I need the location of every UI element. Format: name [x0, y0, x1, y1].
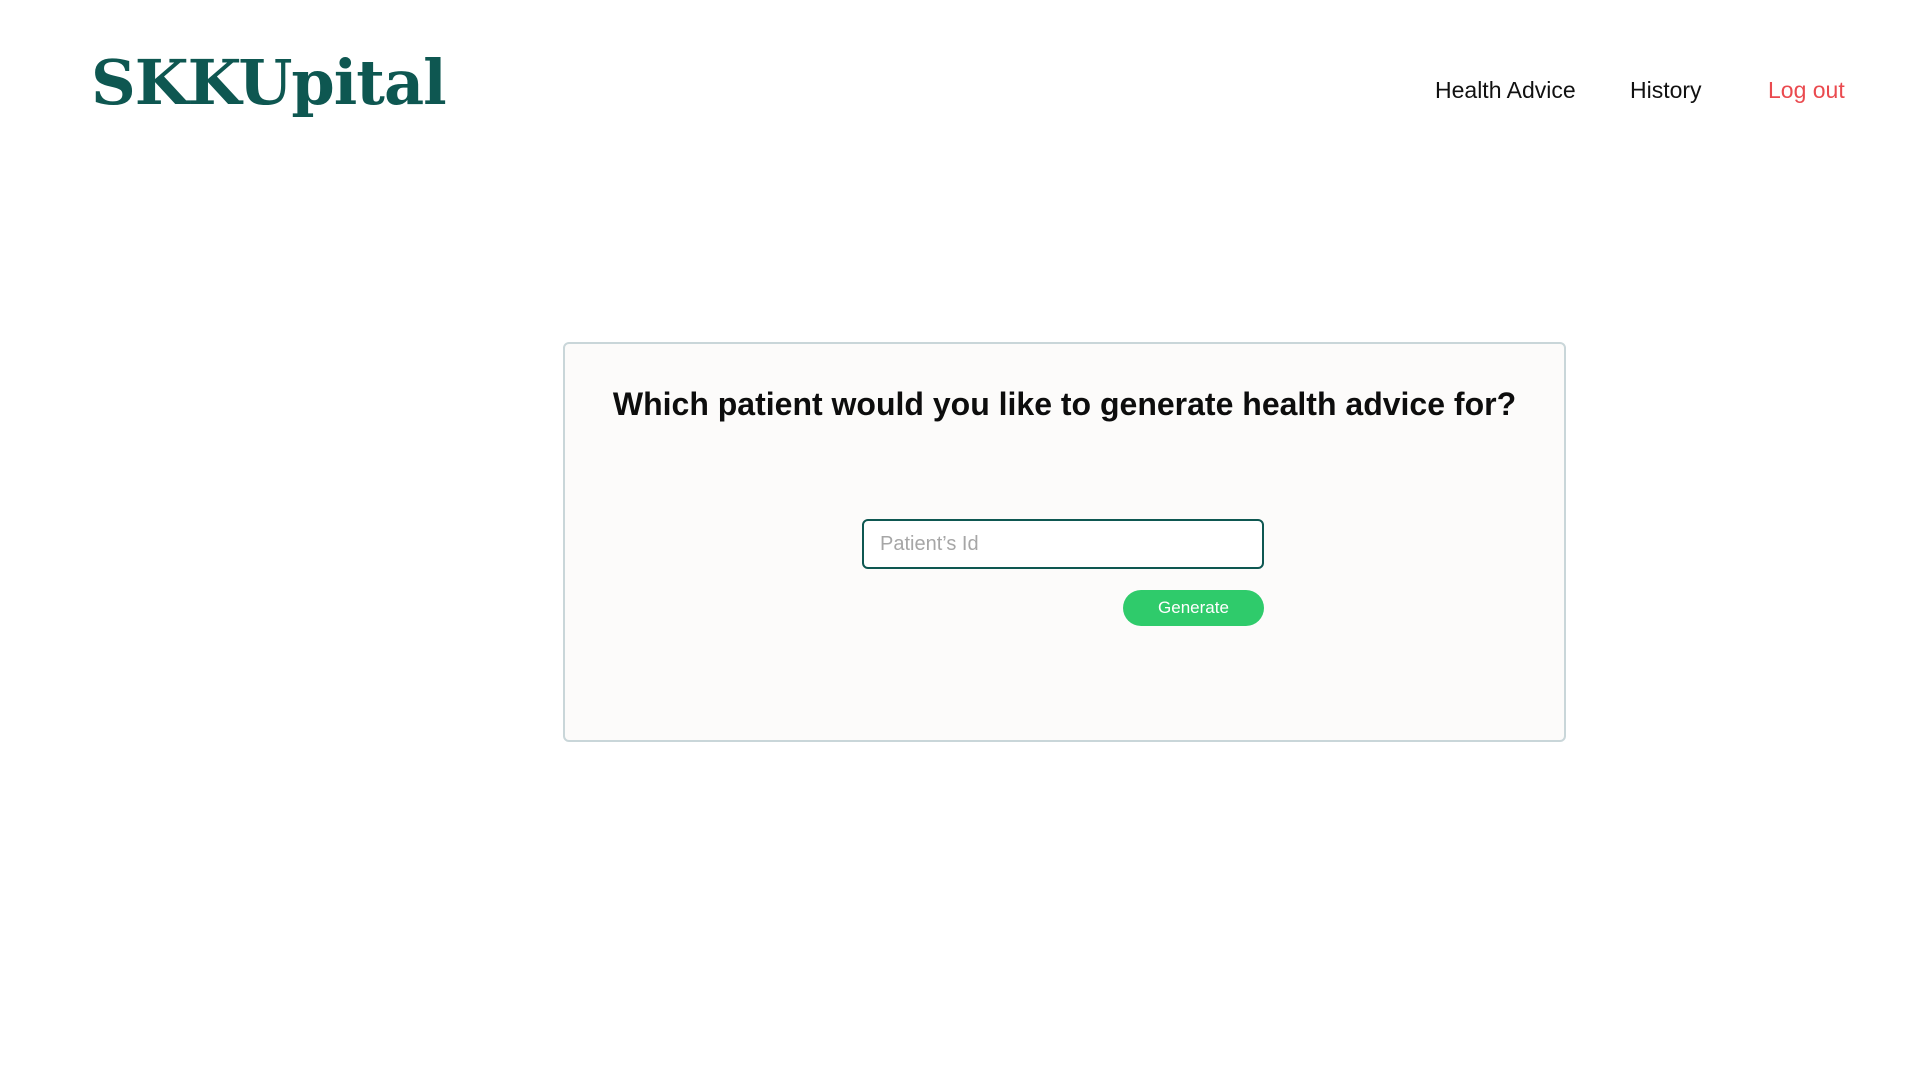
patient-id-input[interactable]: [862, 519, 1264, 569]
card-title: Which patient would you like to generate…: [612, 386, 1517, 422]
generate-button[interactable]: Generate: [1123, 590, 1264, 626]
patient-select-card: Which patient would you like to generate…: [563, 342, 1566, 742]
main-nav: Health Advice History Log out: [0, 72, 1920, 108]
nav-health-advice-link[interactable]: Health Advice: [1435, 72, 1576, 108]
nav-history-link[interactable]: History: [1630, 72, 1702, 108]
logout-link[interactable]: Log out: [1768, 72, 1845, 108]
